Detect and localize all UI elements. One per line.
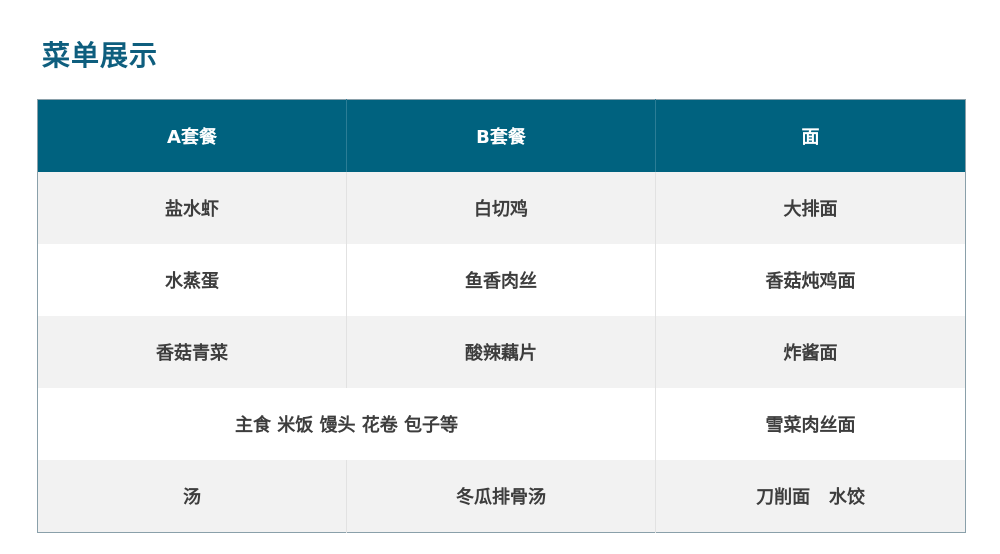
table-row: 主食 米饭 馒头 花卷 包子等 雪菜肉丝面 xyxy=(37,388,966,460)
staple-food-cell: 主食 米饭 馒头 花卷 包子等 xyxy=(37,388,656,460)
table-cell: 水蒸蛋 xyxy=(37,244,347,316)
header-set-b: B套餐 xyxy=(346,99,656,172)
table-cell: 酸辣藕片 xyxy=(346,316,656,388)
table-cell: 大排面 xyxy=(655,172,966,244)
table-row: 香菇青菜 酸辣藕片 炸酱面 xyxy=(37,316,966,388)
table-cell: 鱼香肉丝 xyxy=(346,244,656,316)
table-row: 水蒸蛋 鱼香肉丝 香菇炖鸡面 xyxy=(37,244,966,316)
table-header-row: A套餐 B套餐 面 xyxy=(37,99,966,172)
table-cell: 刀削面 水饺 xyxy=(655,460,966,533)
header-noodles: 面 xyxy=(655,99,966,172)
header-set-a: A套餐 xyxy=(37,99,347,172)
page-title: 菜单展示 xyxy=(42,39,159,72)
table-cell: 香菇炖鸡面 xyxy=(655,244,966,316)
table-row: 汤 冬瓜排骨汤 刀削面 水饺 xyxy=(37,460,966,533)
table-cell: 白切鸡 xyxy=(346,172,656,244)
table-cell: 炸酱面 xyxy=(655,316,966,388)
table-cell: 汤 xyxy=(37,460,347,533)
table-cell: 冬瓜排骨汤 xyxy=(346,460,656,533)
table-cell: 雪菜肉丝面 xyxy=(655,388,966,460)
table-cell: 盐水虾 xyxy=(37,172,347,244)
menu-table: A套餐 B套餐 面 盐水虾 白切鸡 大排面 水蒸蛋 鱼香肉丝 香菇炖鸡面 香菇青… xyxy=(37,99,966,533)
table-cell: 香菇青菜 xyxy=(37,316,347,388)
table-row: 盐水虾 白切鸡 大排面 xyxy=(37,172,966,244)
